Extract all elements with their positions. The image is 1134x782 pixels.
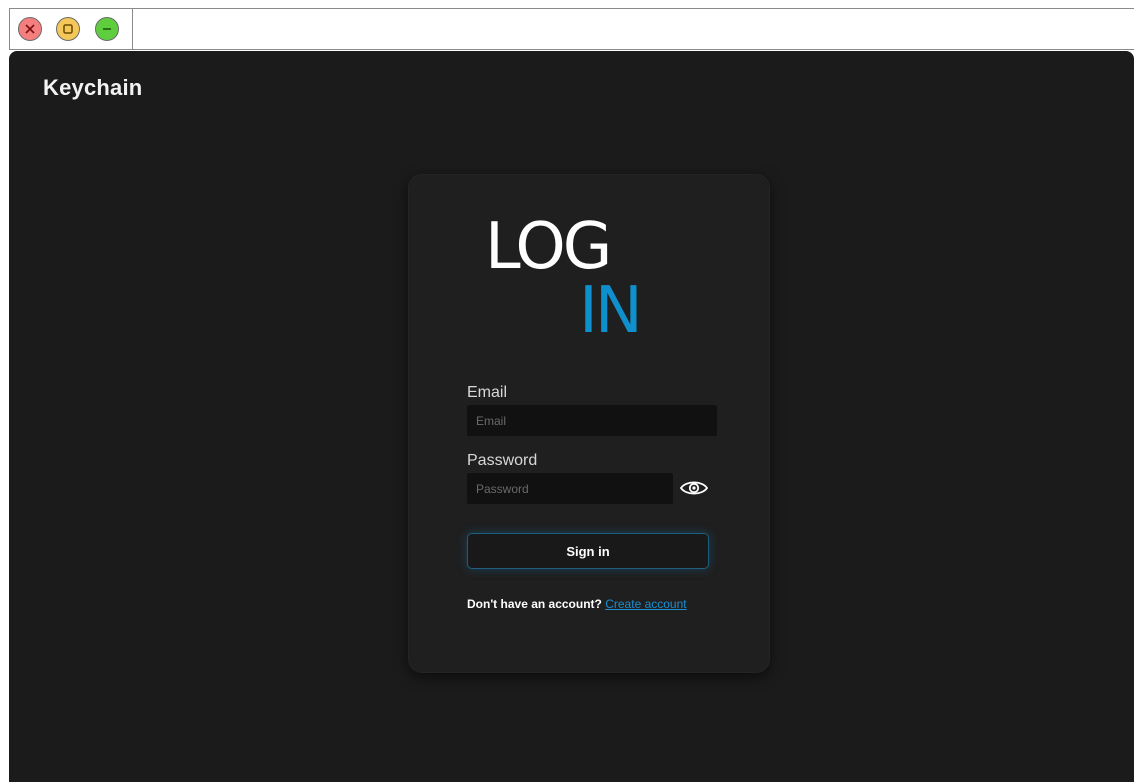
login-card: LOG IN Email Password Sign in Don't have… — [408, 174, 770, 673]
window-controls — [10, 9, 133, 49]
maximize-window-button[interactable] — [56, 17, 80, 41]
sign-in-button[interactable]: Sign in — [467, 533, 709, 569]
logo-text-in: IN — [579, 274, 643, 348]
password-label: Password — [467, 452, 538, 469]
app-title: Keychain — [43, 75, 143, 100]
logo-text-log: LOG — [485, 210, 612, 284]
password-field[interactable] — [467, 473, 673, 504]
close-icon — [25, 24, 35, 34]
minimize-window-button[interactable] — [95, 17, 119, 41]
minimize-icon — [103, 28, 111, 30]
create-account-link[interactable]: Create account — [605, 597, 686, 611]
show-password-eye-icon[interactable] — [679, 478, 709, 498]
maximize-icon — [63, 24, 73, 34]
email-field[interactable] — [467, 405, 717, 436]
window-titlebar — [9, 8, 1134, 50]
app-window: Keychain LOG IN Email Password Sign in D… — [9, 51, 1134, 782]
close-window-button[interactable] — [18, 17, 42, 41]
no-account-text: Don't have an account? — [467, 597, 602, 611]
email-label: Email — [467, 384, 508, 401]
signup-prompt: Don't have an account? Create account — [467, 597, 687, 611]
